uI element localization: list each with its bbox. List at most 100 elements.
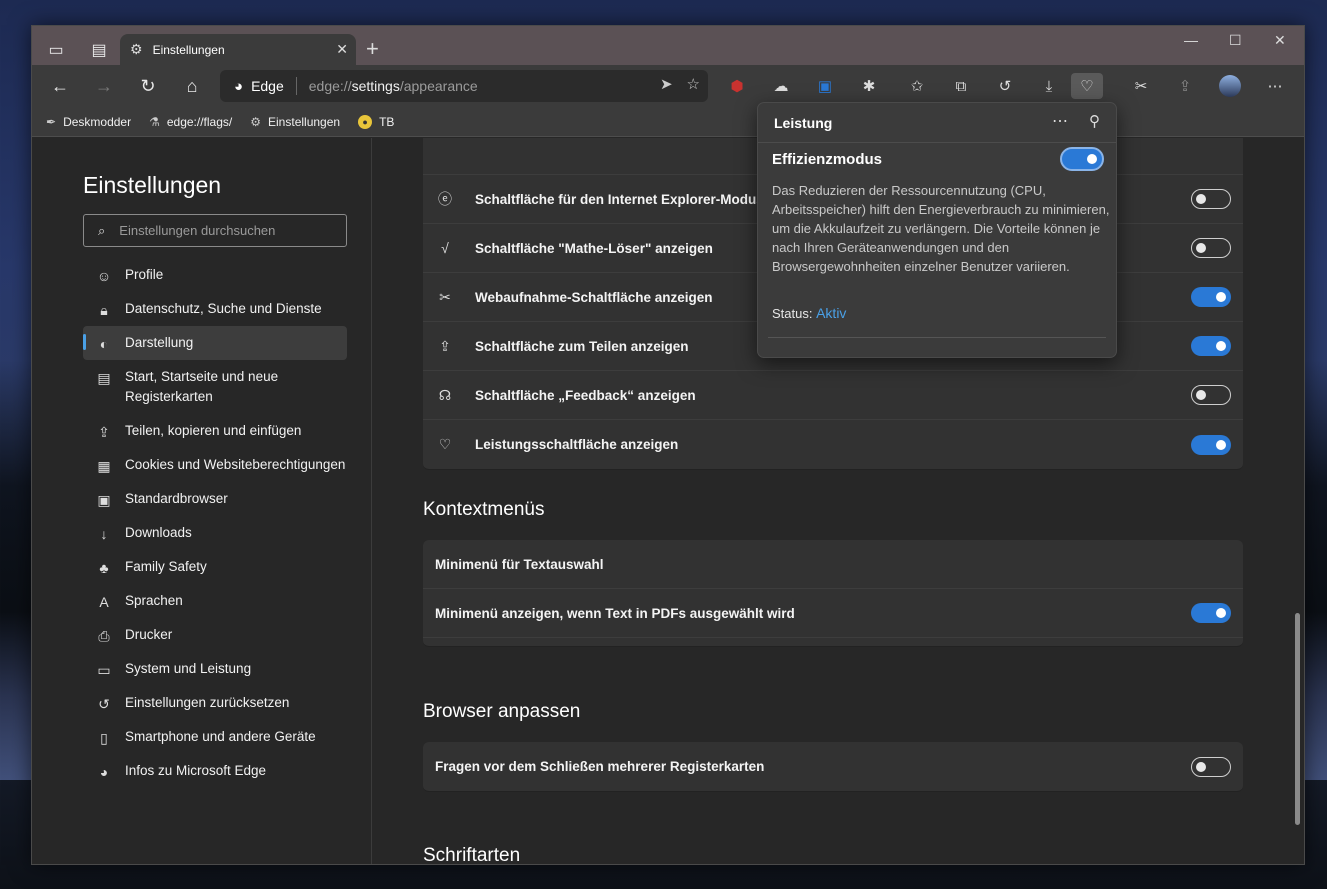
search-input[interactable]: ⌕ Einstellungen durchsuchen (83, 214, 347, 247)
section-heading-fonts: Schriftarten (423, 845, 521, 865)
search-placeholder: Einstellungen durchsuchen (119, 223, 276, 238)
sidebar-item-privacy[interactable]: 🔒︎ Datenschutz, Suche und Dienste (83, 292, 347, 326)
bookmark-deskmodder[interactable]: ✒ Deskmodder (46, 115, 131, 129)
history-icon[interactable]: ↺ (992, 73, 1018, 99)
tab-settings[interactable]: ⚙ Einstellungen ✕ (120, 34, 356, 65)
bookmark-settings[interactable]: ⚙ Einstellungen (250, 115, 340, 129)
performance-toggle[interactable] (1191, 434, 1231, 455)
avatar[interactable] (1217, 73, 1243, 99)
setting-row: ♡ Leistungsschaltfläche anzeigen (423, 420, 1243, 469)
workspaces-icon[interactable]: ▭ (42, 36, 70, 64)
status-line: Status: Aktiv (772, 305, 847, 321)
sidebar-title: Einstellungen (83, 172, 222, 198)
vertical-tabs-icon[interactable]: ▤ (85, 36, 113, 64)
setting-row: ☊ Schaltfläche „Feedback“ anzeigen (423, 371, 1243, 420)
efficiency-mode-title: Effizienzmodus (772, 151, 883, 168)
sidebar-item-start[interactable]: ▤ Start, Startseite und neue Registerkart… (83, 360, 347, 414)
sidebar-item-appearance[interactable]: ◐ Darstellung (83, 326, 347, 360)
sidebar-item-downloads[interactable]: ↓ Downloads (83, 516, 347, 550)
search-icon: ⌕ (98, 222, 106, 238)
ie-mode-toggle[interactable] (1191, 189, 1231, 209)
browser-window: ▭ ▤ ⚙ Einstellungen ✕ + — ☐ ✕ ← → ↻ ⌂ ◕ … (31, 25, 1305, 865)
flask-icon: ⚗ (149, 114, 160, 129)
performance-icon[interactable]: ♡ (1071, 73, 1103, 99)
home-button[interactable]: ⌂ (179, 73, 205, 99)
sidebar-item-profile[interactable]: ☺ Profile (83, 258, 347, 292)
ask-before-close-toggle[interactable] (1191, 756, 1231, 777)
bookmark-tb[interactable]: ● TB (358, 114, 394, 129)
sidebar-item-share[interactable]: ⇪ Teilen, kopieren und einfügen (83, 414, 347, 448)
scrollbar[interactable] (1295, 613, 1300, 825)
sidebar-item-languages[interactable]: A Sprachen (83, 584, 347, 618)
share-toggle[interactable] (1191, 336, 1231, 356)
lock-icon: 🔒︎ (100, 302, 108, 318)
refresh-button[interactable]: ↻ (135, 73, 161, 99)
sidebar-item-family[interactable]: ♣ Family Safety (83, 550, 347, 584)
share-icon[interactable]: ⇪ (1172, 73, 1198, 99)
collections-icon[interactable]: ⧉ (948, 73, 974, 99)
math-solver-icon: √ (441, 240, 449, 256)
web-capture-icon[interactable]: ✂ (1128, 73, 1154, 99)
bookmark-flags[interactable]: ⚗ edge://flags/ (149, 115, 232, 129)
pen-icon: ✒ (46, 114, 57, 129)
forward-button[interactable]: → (91, 73, 117, 99)
address-brand: Edge (251, 78, 284, 94)
laptop-icon: ▭ (97, 662, 111, 678)
sidebar-item-system[interactable]: ▭ System und Leistung (83, 652, 347, 686)
profile-icon: ☺ (96, 268, 112, 284)
close-tab-icon[interactable]: ✕ (336, 41, 348, 58)
edge-logo-icon: ◕ (99, 764, 109, 780)
sidebar-item-printers[interactable]: ⎙ Drucker (83, 618, 347, 652)
back-button[interactable]: ← (47, 73, 73, 99)
status-value: Aktiv (816, 305, 847, 321)
toolbar: ← → ↻ ⌂ ◕ Edge edge://settings/appearanc… (32, 65, 1304, 107)
add-favorite-icon[interactable]: ☆ (687, 75, 700, 93)
cloud-extension-icon[interactable]: ☁ (768, 73, 794, 99)
maximize-button[interactable]: ☐ (1229, 32, 1242, 49)
outlook-icon[interactable]: ▣ (812, 73, 838, 99)
tab-title: Einstellungen (152, 42, 225, 57)
gear-icon: ⚙ (130, 41, 143, 57)
palette-icon: ◐ (99, 336, 109, 352)
performance-flyout: Leistung ⋯ ⚲ Effizienzmodus Das Reduzier… (757, 102, 1117, 358)
sidebar-item-cookies[interactable]: ▦ Cookies und Websiteberechtigungen (83, 448, 347, 482)
flyout-title: Leistung (774, 115, 833, 131)
math-solver-toggle[interactable] (1191, 238, 1231, 258)
reset-icon: ↺ (98, 696, 110, 712)
ie-mode-icon: ⓔ (438, 191, 452, 207)
efficiency-mode-toggle[interactable] (1060, 147, 1104, 171)
settings-sidebar: Einstellungen ⌕ Einstellungen durchsuche… (32, 138, 372, 864)
sidebar-item-phone[interactable]: ▯ Smartphone und andere Geräte (83, 720, 347, 754)
extensions-icon[interactable]: ✱ (856, 73, 882, 99)
send-icon[interactable]: ➤ (660, 75, 673, 93)
address-bar[interactable]: ◕ Edge edge://settings/appearance ➤ ☆ (220, 70, 708, 102)
browser-icon: ▣ (97, 492, 111, 508)
feedback-toggle[interactable] (1191, 385, 1231, 405)
favorites-icon[interactable]: ✩ (904, 73, 930, 99)
sidebar-item-about[interactable]: ◕ Infos zu Microsoft Edge (83, 754, 347, 788)
edge-logo-icon: ◕ (234, 77, 244, 95)
sidebar-item-reset[interactable]: ↺ Einstellungen zurücksetzen (83, 686, 347, 720)
browser-customize-card: Fragen vor dem Schließen mehrerer Regist… (423, 742, 1243, 792)
ublock-icon[interactable]: ⬢ (724, 73, 750, 99)
pdf-minimenu-toggle[interactable] (1191, 603, 1231, 623)
settings-nav: ☺ Profile 🔒︎ Datenschutz, Suche und Dienst… (83, 258, 347, 788)
setting-row: Fragen vor dem Schließen mehrerer Regist… (423, 742, 1243, 791)
pin-icon[interactable]: ⚲ (1089, 112, 1100, 130)
minimize-button[interactable]: — (1184, 32, 1198, 48)
new-tab-button[interactable]: + (366, 36, 379, 62)
setting-row: Minimenü anzeigen, wenn Text in PDFs aus… (423, 589, 1243, 638)
gear-icon: ⚙ (250, 114, 262, 129)
share-icon: ⇪ (98, 424, 110, 440)
more-options-icon[interactable]: ⋯ (1052, 111, 1068, 131)
web-capture-toggle[interactable] (1191, 287, 1231, 307)
downloads-icon[interactable]: ⤓ (1036, 73, 1062, 99)
printer-icon: ⎙ (98, 628, 110, 644)
close-window-button[interactable]: ✕ (1274, 32, 1286, 49)
download-icon: ↓ (100, 526, 108, 542)
address-url[interactable]: edge://settings/appearance (309, 78, 478, 94)
performance-icon: ♡ (438, 436, 452, 452)
more-menu-icon[interactable]: ⋯ (1262, 73, 1288, 99)
sidebar-item-default-browser[interactable]: ▣ Standardbrowser (83, 482, 347, 516)
phone-icon: ▯ (100, 730, 108, 746)
